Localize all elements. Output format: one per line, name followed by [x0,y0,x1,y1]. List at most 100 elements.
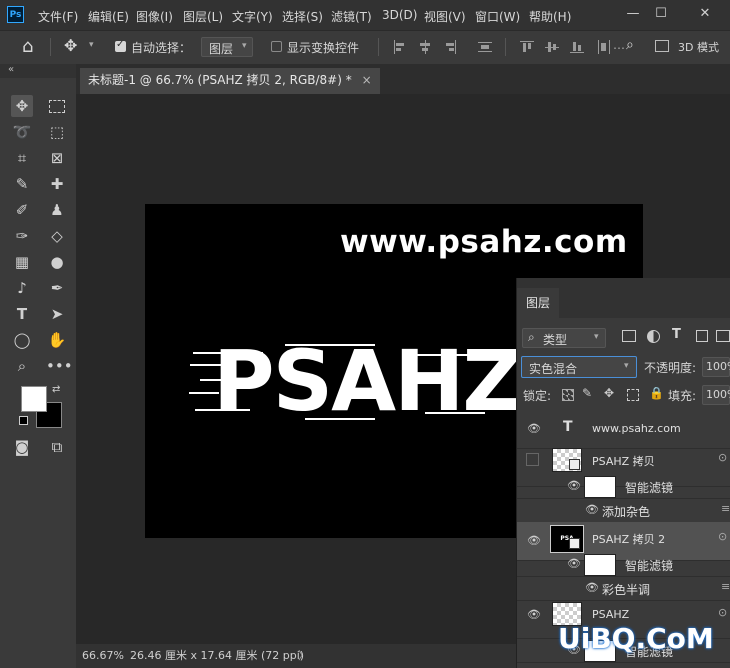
eye-icon[interactable]: 👁 [527,535,541,546]
screen-mode-icon[interactable]: ⧉ [46,436,68,458]
filter-shape-icon[interactable] [696,330,708,342]
frame-tool-icon[interactable]: ⊠ [46,147,68,169]
menu-edit[interactable]: 编辑(E) [88,8,129,25]
auto-select-checkbox[interactable] [115,39,126,52]
maximize-button[interactable]: ☐ [648,5,674,23]
menu-3d[interactable]: 3D(D) [382,8,417,22]
menu-window[interactable]: 窗口(W) [475,8,520,25]
clone-stamp-tool-icon[interactable]: ♟ [46,199,68,221]
workspace-icon[interactable] [655,40,669,52]
chevron-down-icon: ▾ [242,41,247,51]
gradient-tool-icon[interactable]: ▦ [11,251,33,273]
marquee-tool-icon[interactable] [46,95,68,117]
layer-row-filter[interactable]: 👁 添加杂色 ≡ [517,498,730,523]
minimize-button[interactable]: — [620,5,646,23]
layer-row-text[interactable]: 👁 T www.psahz.com [517,410,730,449]
layer-effects-icon[interactable]: ⊙ [718,530,727,543]
lock-transparency-icon[interactable] [562,389,574,401]
filter-options-icon[interactable]: ≡ [721,502,730,515]
zoom-level[interactable]: 66.67% [82,644,124,668]
lasso-tool-icon[interactable]: ➰ [11,121,33,143]
zoom-tool-icon[interactable]: ⌕ [11,355,33,377]
lock-pixels-icon[interactable]: ✎ [582,386,592,400]
crop-tool-icon[interactable]: ⌗ [11,147,33,169]
align-right-icon[interactable] [443,40,457,54]
filter-pixel-icon[interactable] [622,330,636,342]
menu-help[interactable]: 帮助(H) [529,8,571,25]
auto-select-target-value: 图层 [209,42,234,56]
search-icon[interactable]: ⌕ [626,37,634,53]
quick-mask-icon[interactable]: ◙ [11,436,33,458]
menu-filter[interactable]: 滤镜(T) [331,8,372,25]
lock-position-icon[interactable]: ✥ [604,386,614,400]
auto-select-target-dropdown[interactable]: 图层 ▾ [201,37,253,57]
path-select-tool-icon[interactable]: ➤ [46,303,68,325]
filter-smart-object-icon[interactable] [716,330,730,342]
fill-input[interactable]: 100% [702,385,730,405]
brush-tool-icon[interactable]: ✐ [11,199,33,221]
pen-tool-icon[interactable]: ✒ [46,277,68,299]
menu-file[interactable]: 文件(F) [38,8,78,25]
blur-tool-icon[interactable]: ● [46,251,68,273]
align-middle-icon[interactable] [545,40,559,54]
more-tools-icon[interactable]: ••• [46,355,73,377]
type-tool-icon[interactable]: T [11,303,33,325]
chevron-down-icon[interactable]: ▾ [89,40,94,50]
lock-all-icon[interactable]: 🔒 [649,386,664,400]
dodge-tool-icon[interactable]: ♪ [11,277,33,299]
quick-select-tool-icon[interactable]: ⬚ [46,121,68,143]
layer-row-filter-mask[interactable]: 👁 智能滤镜 [517,552,730,577]
layer-filter-dropdown[interactable]: ⌕ 类型 ▾ [522,328,606,348]
filter-adjustment-icon[interactable] [647,330,660,343]
show-transform-checkbox[interactable] [271,41,282,52]
photoshop-logo-icon[interactable]: Ps [7,6,24,23]
align-top-icon[interactable] [520,40,534,54]
eye-icon[interactable]: 👁 [585,504,599,515]
filter-options-icon[interactable]: ≡ [721,580,730,593]
menu-type[interactable]: 文字(Y) [232,8,273,25]
eye-icon[interactable]: 👁 [567,558,581,569]
visibility-empty-icon[interactable] [526,453,539,466]
eye-icon[interactable]: 👁 [527,609,541,620]
align-center-icon[interactable] [418,40,432,54]
menu-layer[interactable]: 图层(L) [183,8,223,25]
layer-effects-icon[interactable]: ⊙ [718,451,727,464]
close-button[interactable]: ✕ [692,5,718,23]
filter-type-icon[interactable]: T [672,327,681,342]
default-colors-icon[interactable] [19,416,28,425]
align-left-icon[interactable] [393,40,407,54]
blend-mode-dropdown[interactable]: 实色混合 ▾ [521,356,637,378]
menu-image[interactable]: 图像(I) [136,8,173,25]
hand-tool-icon[interactable]: ✋ [46,329,68,351]
layers-tab[interactable]: 图层 [517,288,559,318]
align-bottom-icon[interactable] [570,40,584,54]
foreground-color-swatch[interactable] [21,386,47,412]
distribute-vertical-icon[interactable] [597,40,611,54]
eye-icon[interactable]: 👁 [527,423,541,434]
document-tab[interactable]: 未标题-1 @ 66.7% (PSAHZ 拷贝 2, RGB/8#) * × [80,68,380,94]
more-options-icon[interactable]: … [613,38,625,52]
eye-icon[interactable]: 👁 [567,480,581,491]
close-tab-icon[interactable]: × [362,73,372,87]
menu-select[interactable]: 选择(S) [282,8,323,25]
move-tool-icon[interactable]: ✥ [11,95,33,117]
lock-artboard-icon[interactable] [627,389,639,401]
eraser-tool-icon[interactable]: ◇ [46,225,68,247]
opacity-input[interactable]: 100% [702,357,730,377]
swap-colors-icon[interactable]: ⇄ [52,384,60,395]
layer-row-filter[interactable]: 👁 彩色半调 ≡ [517,576,730,601]
status-menu-icon[interactable]: 〉 [298,644,309,668]
history-brush-tool-icon[interactable]: ✑ [11,225,33,247]
eye-icon[interactable]: 👁 [585,582,599,593]
move-tool-icon[interactable]: ✥ [64,36,77,55]
healing-brush-tool-icon[interactable]: ✚ [46,173,68,195]
layer-effects-icon[interactable]: ⊙ [718,606,727,619]
layer-row-filter-mask[interactable]: 👁 智能滤镜 [517,474,730,499]
home-icon[interactable]: ⌂ [22,36,33,57]
distribute-icon[interactable] [478,40,492,54]
3d-mode-label[interactable]: 3D 模式 [678,39,719,55]
collapse-icon[interactable]: « [8,64,14,75]
eyedropper-tool-icon[interactable]: ✎ [11,173,33,195]
menu-view[interactable]: 视图(V) [424,8,466,25]
ellipse-tool-icon[interactable]: ◯ [11,329,33,351]
